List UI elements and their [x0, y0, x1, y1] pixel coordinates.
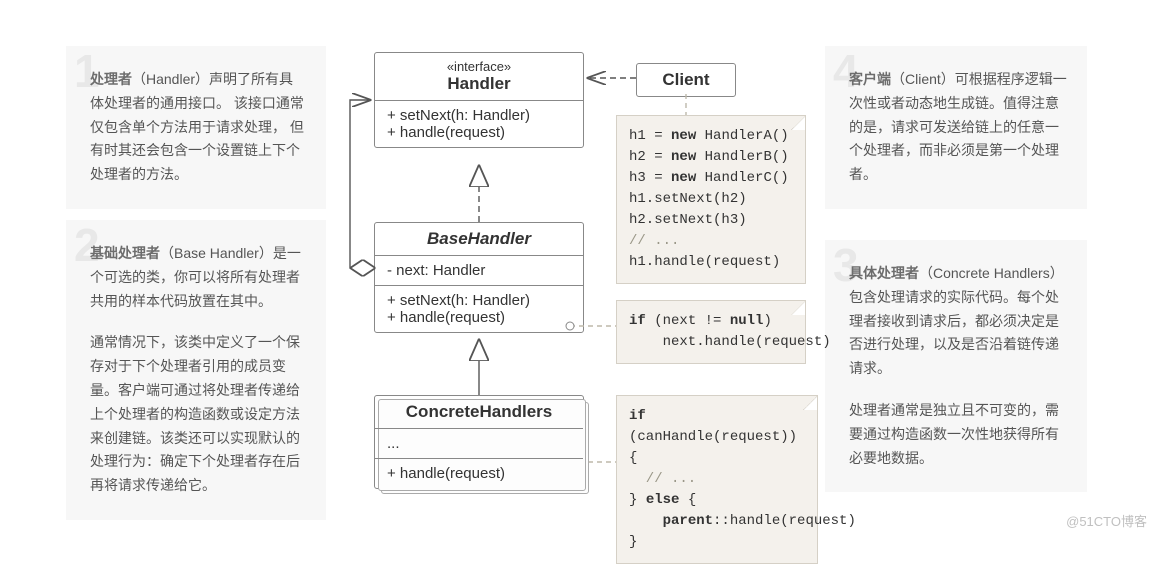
- note-handler: 1 处理者（Handler）声明了所有具体处理者的通用接口。 该接口通常仅包含单…: [66, 46, 326, 209]
- note-paren: （Handler）: [132, 71, 209, 87]
- code-note-concrete: if (canHandle(request)) { // ... } else …: [616, 395, 818, 564]
- note-paren: （Client）: [891, 71, 955, 87]
- uml-base-handler: BaseHandler - next: Handler + setNext(h:…: [374, 222, 584, 333]
- note-fold-icon: [803, 396, 817, 410]
- uml-handler-interface: «interface» Handler + setNext(h: Handler…: [374, 52, 584, 148]
- code-note-client: h1 = new HandlerA() h2 = new HandlerB() …: [616, 115, 806, 284]
- watermark-text: @51CTO博客: [1066, 511, 1147, 530]
- uml-class-name: ConcreteHandlers: [387, 402, 571, 422]
- note-concrete-handlers: 3 具体处理者（Concrete Handlers）包含处理请求的实际代码。每个…: [825, 240, 1087, 492]
- uml-attribute: - next: Handler: [387, 262, 571, 279]
- note-title: 基础处理者: [90, 245, 160, 261]
- note-text: 包含处理请求的实际代码。每个处理者接收到请求后，都必须决定是否进行处理，以及是否…: [849, 289, 1059, 376]
- note-fold-icon: [791, 301, 805, 315]
- note-text: 可根据程序逻辑一次性或者动态地生成链。值得注意的是，请求可发送给链上的任意一个处…: [849, 71, 1067, 182]
- uml-method: + setNext(h: Handler): [387, 292, 571, 309]
- code-note-base: if (next != null) next.handle(request): [616, 300, 806, 364]
- note-client: 4 客户端（Client）可根据程序逻辑一次性或者动态地生成链。值得注意的是，请…: [825, 46, 1087, 209]
- uml-method: + handle(request): [387, 124, 571, 141]
- uml-method: + setNext(h: Handler): [387, 107, 571, 124]
- note-paren: （Base Handler）: [160, 245, 273, 261]
- uml-client: Client: [636, 63, 736, 97]
- note-text-2: 通常情况下，该类中定义了一个保存对于下个处理者引用的成员变量。客户端可通过将处理…: [90, 331, 306, 498]
- note-title: 处理者: [90, 71, 132, 87]
- note-title: 客户端: [849, 71, 891, 87]
- uml-class-name: BaseHandler: [387, 229, 571, 249]
- uml-attribute: ...: [387, 435, 571, 452]
- uml-concrete-handlers: ConcreteHandlers ... + handle(request): [374, 395, 584, 489]
- uml-class-name: Client: [649, 70, 723, 90]
- note-paren: （Concrete Handlers）: [919, 265, 1064, 281]
- uml-method: + handle(request): [387, 465, 571, 482]
- uml-stereotype: «interface»: [387, 59, 571, 74]
- note-fold-icon: [791, 116, 805, 130]
- note-text: 声明了所有具体处理者的通用接口。 该接口通常仅包含单个方法用于请求处理， 但有时…: [90, 71, 304, 182]
- note-title: 具体处理者: [849, 265, 919, 281]
- note-base-handler: 2 基础处理者（Base Handler）是一个可选的类，你可以将所有处理者共用…: [66, 220, 326, 520]
- uml-method: + handle(request): [387, 309, 571, 326]
- note-text-2: 处理者通常是独立且不可变的，需要通过构造函数一次性地获得所有必要地数据。: [849, 399, 1067, 470]
- uml-class-name: Handler: [387, 74, 571, 94]
